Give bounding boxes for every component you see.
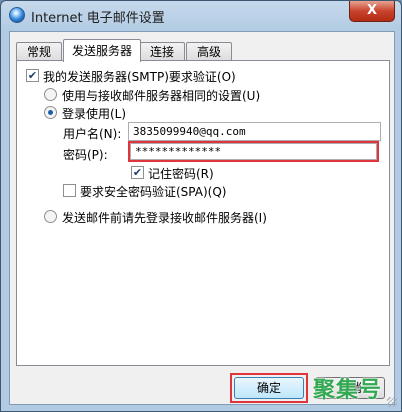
tab-general[interactable]: 常规 (16, 42, 62, 61)
outgoing-server-panel: ✔ 我的发送服务器(SMTP)要求验证(O) 使用与接收邮件服务器相同的设置(U… (16, 60, 390, 366)
password-highlight-box (128, 141, 379, 162)
globe-icon (9, 7, 25, 23)
close-button[interactable]: X (349, 1, 395, 22)
tab-outgoing-server[interactable]: 发送服务器 (63, 39, 141, 62)
require-auth-label[interactable]: 我的发送服务器(SMTP)要求验证(O) (43, 68, 236, 85)
logon-radio[interactable] (44, 106, 57, 119)
password-label: 密码(P): (63, 148, 108, 162)
email-settings-dialog: Internet 电子邮件设置 X 常规 发送服务器 连接 高级 ✔ 我的发送服… (0, 0, 402, 412)
username-label: 用户名(N): (63, 127, 122, 141)
same-settings-radio[interactable] (44, 88, 57, 101)
dialog-body: 常规 发送服务器 连接 高级 ✔ 我的发送服务器(SMTP)要求验证(O) 使用… (9, 31, 395, 405)
watermark: 聚集号 (313, 378, 383, 403)
pop-before-smtp-label[interactable]: 发送邮件前请先登录接收邮件服务器(I) (62, 209, 267, 226)
tab-advanced[interactable]: 高级 (186, 42, 232, 61)
remember-password-checkbox[interactable]: ✔ (131, 166, 144, 179)
same-settings-label[interactable]: 使用与接收邮件服务器相同的设置(U) (62, 87, 260, 104)
pop-before-smtp-radio[interactable] (44, 210, 57, 223)
title-bar[interactable]: Internet 电子邮件设置 X (1, 1, 401, 29)
tab-connection[interactable]: 连接 (139, 42, 185, 61)
spa-checkbox[interactable] (63, 184, 76, 197)
username-field[interactable]: 3835099940@qq.com (128, 122, 381, 141)
ok-highlight-box (230, 373, 308, 403)
window-title: Internet 电子邮件设置 (31, 11, 165, 26)
resize-grip[interactable] (387, 397, 397, 407)
require-auth-checkbox[interactable]: ✔ (26, 69, 39, 82)
remember-password-label[interactable]: 记住密码(R) (148, 165, 214, 182)
spa-label[interactable]: 要求安全密码验证(SPA)(Q) (80, 183, 226, 200)
logon-label[interactable]: 登录使用(L) (62, 105, 126, 122)
